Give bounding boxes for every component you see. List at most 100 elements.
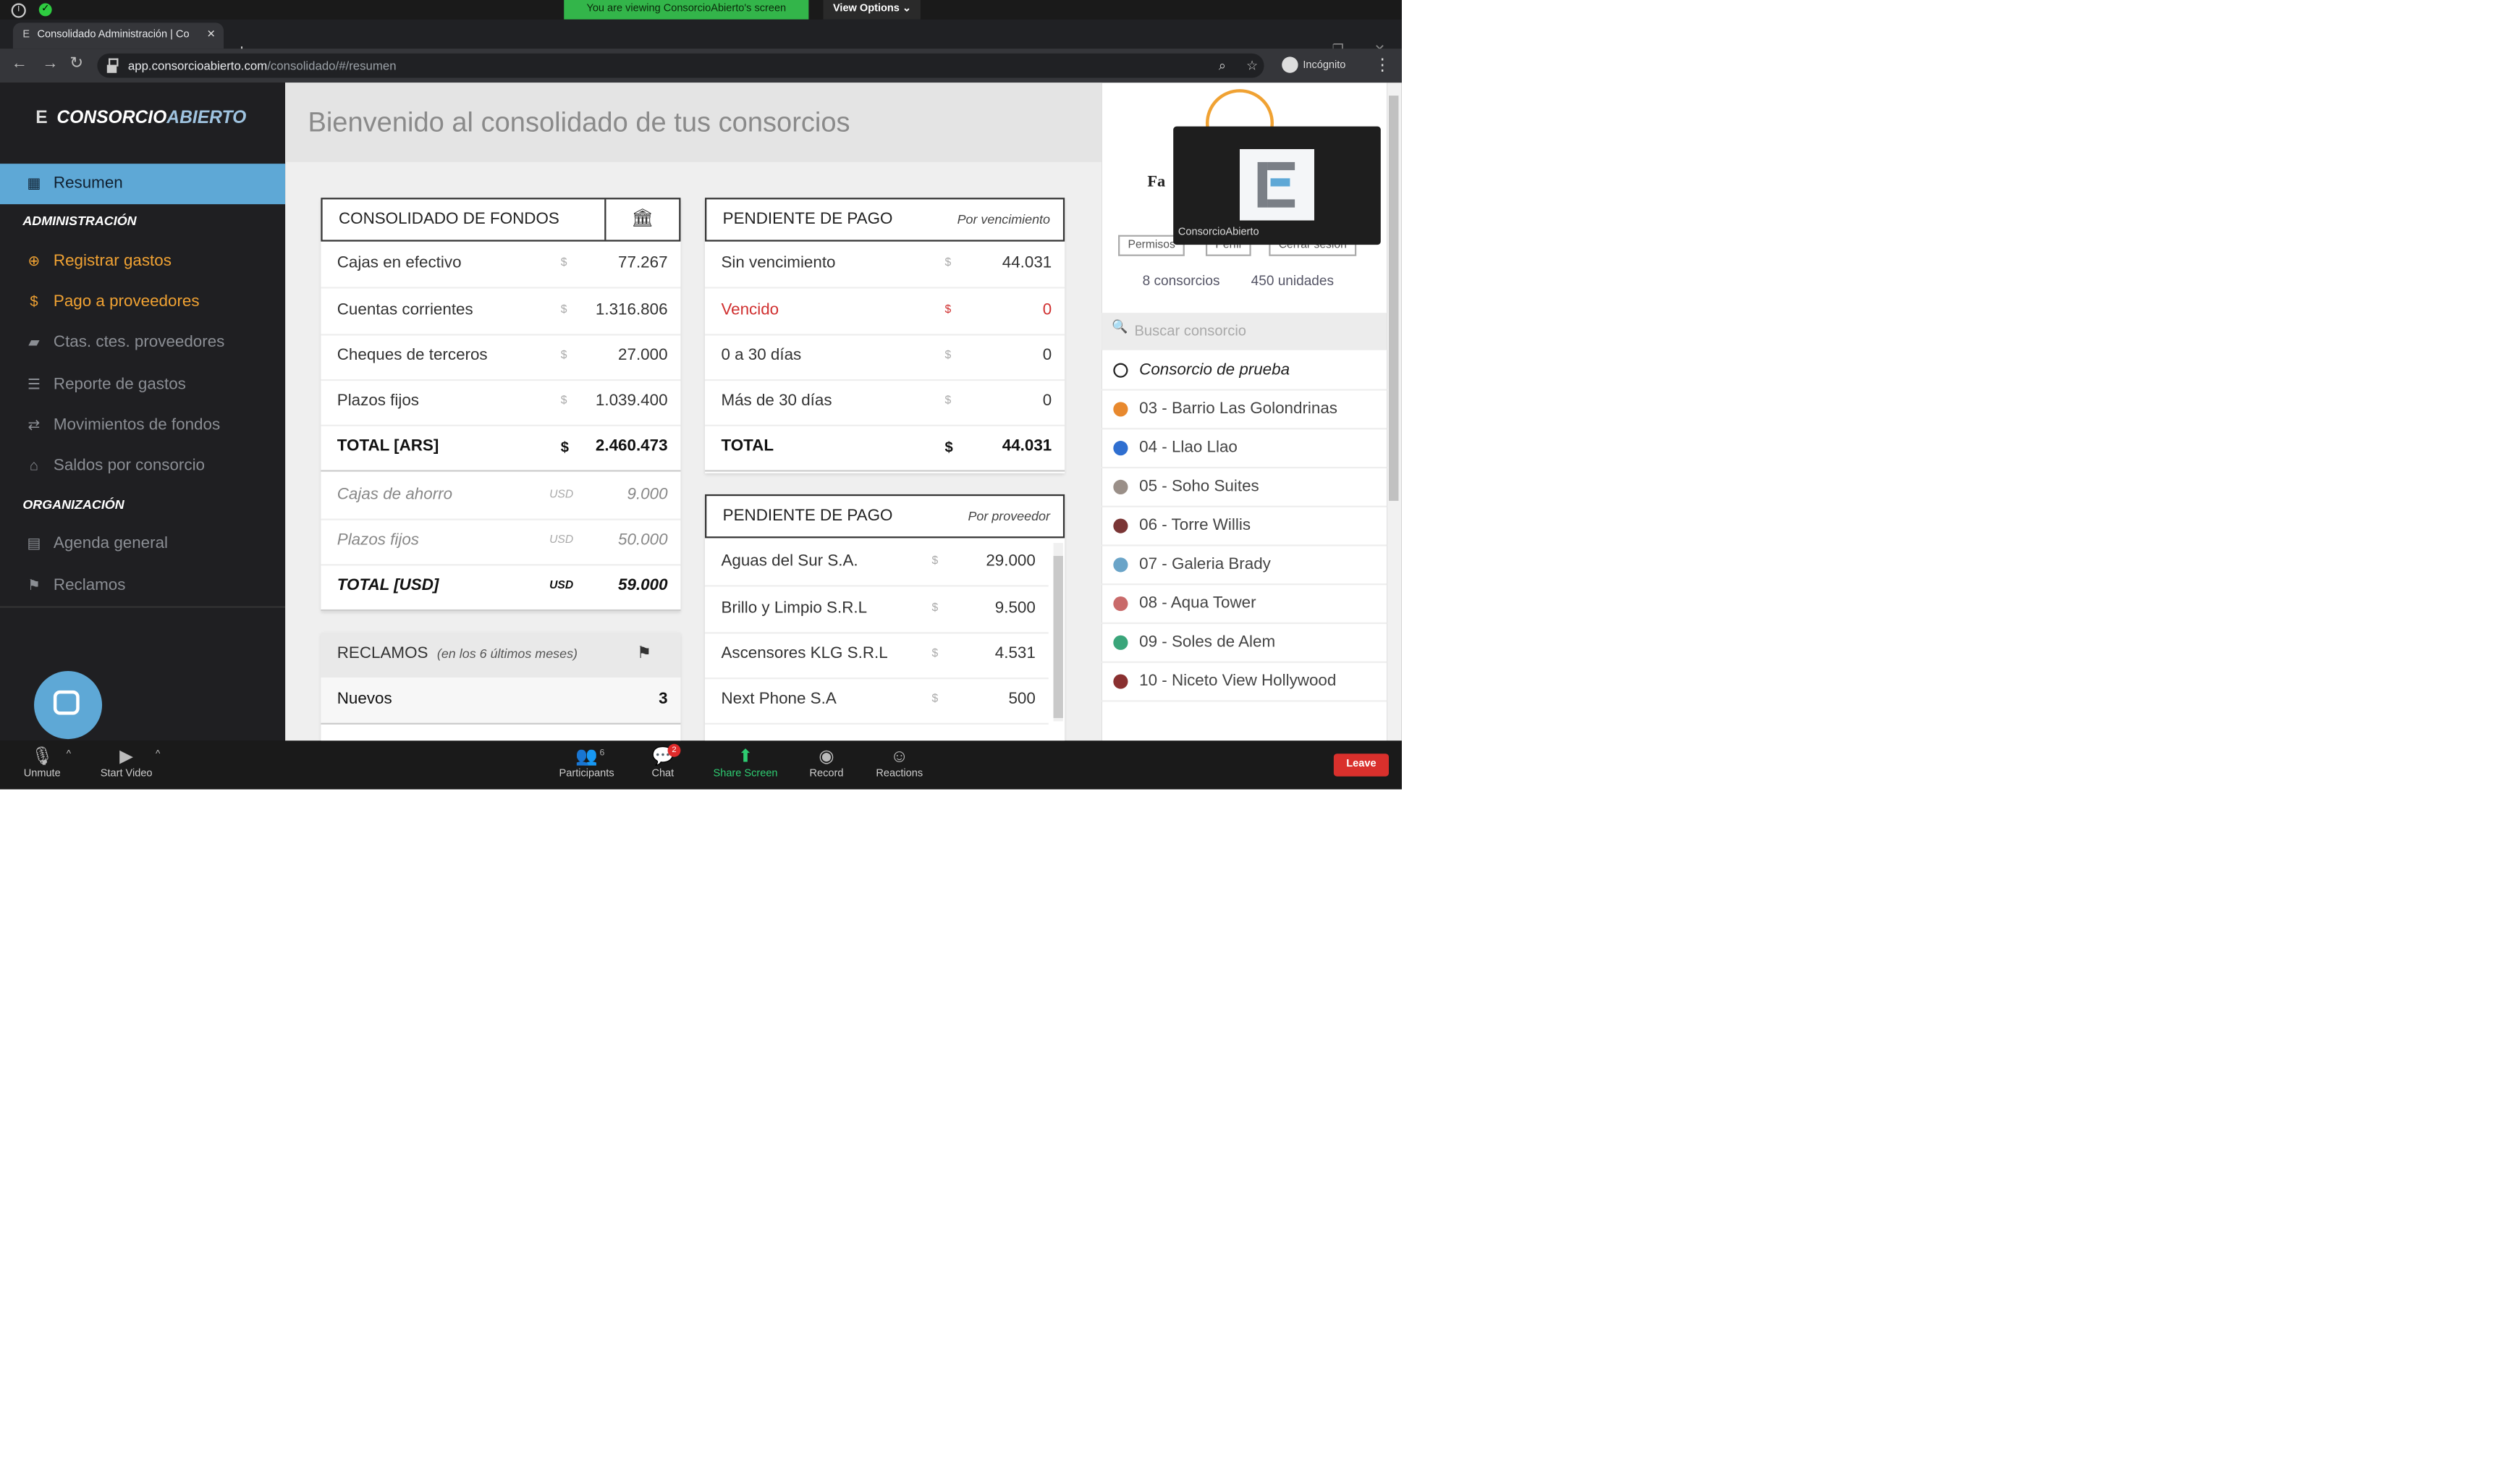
row-value: 44.031 bbox=[1002, 437, 1052, 456]
forward-icon[interactable]: → bbox=[42, 55, 58, 75]
consorcio-item[interactable]: 04 - Llao Llao bbox=[1102, 429, 1387, 469]
consorcio-item[interactable]: 07 - Galeria Brady bbox=[1102, 546, 1387, 586]
browser-tabstrip: EConsolidado Administración | Co ✕ + – ❐… bbox=[0, 19, 1402, 62]
consorcio-item[interactable]: 08 - Aqua Tower bbox=[1102, 585, 1387, 625]
sidebar-item-reporte-gastos[interactable]: ☰ Reporte de gastos bbox=[0, 365, 285, 405]
info-icon[interactable]: i bbox=[11, 3, 26, 18]
share-screen-icon: ⬆ bbox=[737, 747, 753, 767]
search-icon: 🔍 bbox=[1112, 319, 1128, 334]
fondos-row-usd: Cajas de ahorro USD 9.000 bbox=[321, 473, 681, 520]
row-label: TOTAL [ARS] bbox=[337, 437, 439, 456]
browser-tab[interactable]: E Consolidado Administración | Co ✕ bbox=[12, 22, 224, 49]
zoom-lens-icon[interactable]: ⌕ bbox=[1219, 55, 1226, 76]
panel-scrollbar[interactable] bbox=[1387, 83, 1402, 741]
proveedor-card: PENDIENTE DE PAGO Por proveedor Aguas de… bbox=[705, 494, 1065, 741]
incognito-indicator[interactable]: Incógnito bbox=[1282, 54, 1345, 78]
sidebar-item-agenda[interactable]: ▤ Agenda general bbox=[0, 523, 285, 564]
close-tab-icon[interactable]: ✕ bbox=[207, 22, 216, 48]
row-value: 500 bbox=[1008, 690, 1036, 709]
vencimiento-subtitle: Por vencimiento bbox=[957, 212, 1051, 227]
row-value: 2.460.473 bbox=[595, 437, 668, 456]
shield-icon[interactable]: ✓ bbox=[38, 3, 52, 17]
proveedor-scrollbar[interactable] bbox=[1053, 543, 1063, 722]
consorcio-item[interactable]: 03 - Barrio Las Golondrinas bbox=[1102, 391, 1387, 430]
participants-label: Participants bbox=[559, 768, 614, 780]
page-title: Bienvenido al consolidado de tus consorc… bbox=[308, 106, 850, 138]
chat-label: Chat bbox=[651, 768, 675, 780]
row-currency: $ bbox=[560, 439, 569, 456]
record-button[interactable]: ◉ Record bbox=[786, 746, 867, 780]
consorcio-item[interactable]: 09 - Soles de Alem bbox=[1102, 624, 1387, 663]
venc-row: Más de 30 días $0 bbox=[705, 379, 1065, 426]
row-value: 29.000 bbox=[986, 552, 1036, 571]
consorcio-name: 04 - Llao Llao bbox=[1139, 439, 1238, 457]
participants-icon: 👥 bbox=[575, 747, 598, 767]
bank-icon[interactable]: 🏛 bbox=[604, 199, 679, 240]
start-video-button[interactable]: ▶ Start Video bbox=[86, 746, 167, 780]
fondos-row-usd: Plazos fijos USD 50.000 bbox=[321, 519, 681, 566]
vencimiento-card-header: PENDIENTE DE PAGO Por vencimiento bbox=[705, 198, 1065, 242]
sidebar-item-saldos[interactable]: ⌂ Saldos por consorcio bbox=[0, 446, 285, 486]
audio-options-caret-icon[interactable]: ^ bbox=[67, 751, 71, 760]
logo-text-a: CONSORCIO bbox=[56, 109, 167, 128]
sidebar-item-pago-proveedores[interactable]: $ Pago a proveedores bbox=[0, 282, 285, 323]
sidebar-item-reclamos[interactable]: ⚑ Reclamos bbox=[0, 565, 285, 606]
logo-bar-icon bbox=[1267, 199, 1295, 208]
leave-button[interactable]: Leave bbox=[1333, 754, 1389, 777]
flag-icon[interactable]: ⚑ bbox=[608, 632, 681, 678]
prov-row[interactable]: Brillo y Limpio S.R.L $9.500 bbox=[705, 587, 1049, 634]
chat-button[interactable]: 💬 Chat bbox=[622, 746, 703, 780]
plus-circle-icon: ⊕ bbox=[28, 253, 41, 269]
fondos-total-usd: TOTAL [USD] USD 59.000 bbox=[321, 564, 681, 612]
row-label: TOTAL [USD] bbox=[337, 577, 439, 595]
prov-row[interactable]: Aguas del Sur S.A. $29.000 bbox=[705, 540, 1049, 587]
back-icon[interactable]: ← bbox=[12, 55, 28, 75]
consorcio-logo-icon bbox=[1239, 149, 1314, 221]
consorcio-name: 07 - Galeria Brady bbox=[1139, 556, 1271, 574]
prov-row[interactable]: Ascensores KLG S.R.L $4.531 bbox=[705, 632, 1049, 680]
row-value: 0 bbox=[1042, 301, 1052, 320]
consorcio-name: 03 - Barrio Las Golondrinas bbox=[1139, 400, 1338, 418]
sidebar-item-movimientos[interactable]: ⇄ Movimientos de fondos bbox=[0, 405, 285, 446]
app-logo[interactable]: E CONSORCIOABIERTO bbox=[35, 109, 246, 128]
participants-button[interactable]: 👥 Participants bbox=[546, 746, 627, 780]
prov-row[interactable]: Next Phone S.A $500 bbox=[705, 678, 1049, 725]
sidebar-item-resumen[interactable]: ▦ Resumen bbox=[0, 164, 286, 205]
reactions-button[interactable]: ☺ Reactions bbox=[859, 746, 940, 780]
bookmark-star-icon[interactable]: ☆ bbox=[1246, 55, 1258, 76]
consorcio-item[interactable]: 06 - Torre Willis bbox=[1102, 507, 1387, 546]
sidebar-item-registrar-gastos[interactable]: ⊕ Registrar gastos bbox=[0, 242, 285, 282]
support-chat-button[interactable] bbox=[34, 671, 103, 740]
view-options-button[interactable]: View Options ⌄ bbox=[823, 0, 921, 20]
consorcio-item[interactable]: 10 - Niceto View Hollywood bbox=[1102, 663, 1387, 702]
video-tile-name: ConsorcioAbierto bbox=[1177, 227, 1259, 239]
vencimiento-title: PENDIENTE DE PAGO bbox=[722, 211, 893, 229]
address-bar[interactable]: app.consorcioabierto.com/consolidado/#/r… bbox=[97, 53, 1264, 78]
row-label: Cajas en efectivo bbox=[337, 254, 462, 273]
consorcio-item[interactable]: 05 - Soho Suites bbox=[1102, 468, 1387, 507]
share-screen-button[interactable]: ⬆ Share Screen bbox=[705, 746, 786, 780]
scrollbar-thumb[interactable] bbox=[1053, 556, 1063, 718]
row-currency: $ bbox=[931, 648, 939, 660]
row-value: 0 bbox=[1042, 347, 1052, 365]
flag-icon: ⚑ bbox=[27, 577, 41, 594]
venc-row-vencido: Vencido $0 bbox=[705, 289, 1065, 336]
reclamos-card-header: RECLAMOS (en los 6 últimos meses) ⚑ bbox=[321, 632, 681, 678]
participant-video-tile[interactable]: ConsorcioAbierto bbox=[1173, 126, 1381, 245]
tab-title: Consolidado Administración | Co bbox=[37, 29, 190, 41]
sidebar-item-label: Reclamos bbox=[53, 577, 126, 595]
venc-total: TOTAL $44.031 bbox=[705, 425, 1065, 472]
browser-menu-icon[interactable]: ⋮ bbox=[1374, 54, 1390, 78]
sidebar-item-ctas-ctes[interactable]: ▰ Ctas. ctes. proveedores bbox=[0, 323, 285, 363]
video-options-caret-icon[interactable]: ^ bbox=[156, 751, 160, 760]
row-value: 59.000 bbox=[618, 577, 668, 595]
consorcio-color-dot-icon bbox=[1113, 363, 1128, 378]
consorcio-item[interactable]: Consorcio de prueba bbox=[1102, 352, 1387, 391]
row-label: Nuevos bbox=[337, 690, 392, 709]
reclamos-row-nuevos[interactable]: Nuevos 3 bbox=[321, 677, 681, 725]
scrollbar-thumb[interactable] bbox=[1388, 96, 1399, 501]
reload-icon[interactable]: ↻ bbox=[69, 55, 83, 75]
search-consorcio-input[interactable] bbox=[1134, 317, 1378, 344]
fondos-total-ars: TOTAL [ARS] $2.460.473 bbox=[321, 425, 681, 472]
sidebar-item-label: Resumen bbox=[53, 174, 123, 193]
